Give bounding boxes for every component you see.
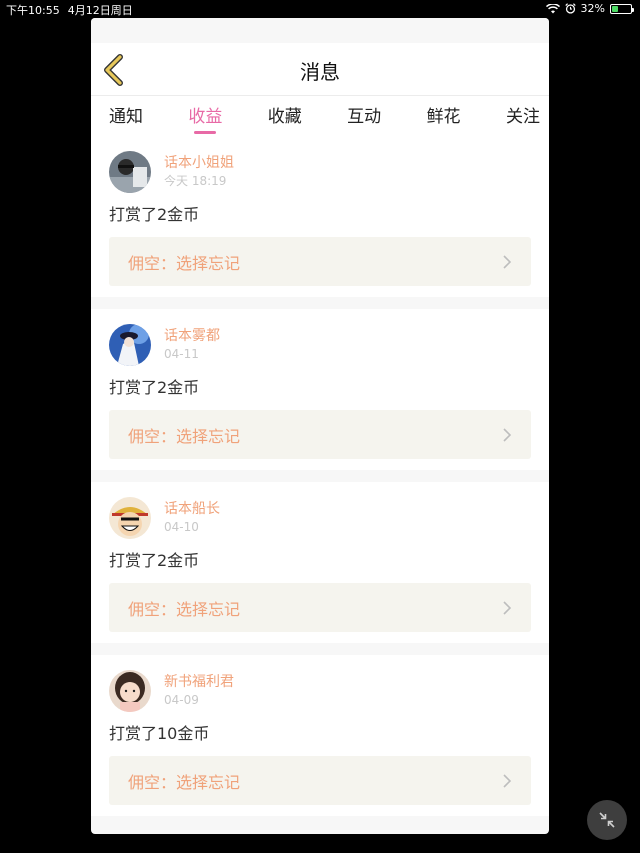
status-right: 32%: [545, 2, 634, 15]
wifi-icon: [545, 3, 560, 13]
message-text: 打赏了2金币: [109, 551, 200, 570]
message-time: 04-09: [164, 693, 199, 707]
avatar[interactable]: [109, 497, 151, 539]
quoted-work[interactable]: 佣空：选择忘记: [109, 237, 531, 286]
avatar[interactable]: [109, 151, 151, 193]
battery-percent: 32%: [580, 2, 605, 15]
card-header: 新书福利君 04-09: [109, 669, 531, 713]
tab-earnings[interactable]: 收益: [188, 96, 222, 134]
quoted-work-title: 佣空：选择忘记: [128, 772, 241, 792]
nav-top-strip: [91, 18, 549, 43]
message-text: 打赏了2金币: [109, 205, 200, 224]
status-date: 4月12日周日: [67, 4, 133, 17]
user-meta: 话本小姐姐 今天 18:19: [164, 155, 234, 189]
user-name[interactable]: 话本雾都: [164, 328, 220, 345]
quoted-work[interactable]: 佣空：选择忘记: [109, 410, 531, 459]
message-time: 04-11: [164, 347, 199, 361]
chevron-right-icon: [503, 254, 512, 269]
tab-interactions[interactable]: 互动: [347, 96, 381, 127]
avatar[interactable]: [109, 670, 151, 712]
chevron-right-icon: [503, 773, 512, 788]
tab-favorites[interactable]: 收藏: [268, 96, 302, 127]
message-card: 话本船长 04-10 打赏了2金币 佣空：选择忘记: [91, 482, 549, 643]
avatar-image: [109, 497, 151, 539]
status-left: 下午10:55 4月12日周日: [6, 2, 133, 18]
avatar[interactable]: [109, 324, 151, 366]
user-name[interactable]: 话本小姐姐: [164, 155, 234, 172]
tab-notifications[interactable]: 通知: [109, 96, 143, 127]
message-panel: 消息 通知 收益 收藏 互动 鲜花 关注 话本小姐姐 今天 18:19 打赏了2…: [91, 18, 549, 834]
avatar-image: [109, 151, 151, 193]
message-card: 话本雾都 04-11 打赏了2金币 佣空：选择忘记: [91, 309, 549, 470]
alarm-icon: [564, 3, 576, 14]
avatar-image: [109, 324, 151, 366]
status-time: 下午10:55: [6, 4, 60, 17]
nav-bar: 消息: [91, 43, 549, 96]
avatar-image: [109, 670, 151, 712]
card-header: 话本船长 04-10: [109, 496, 531, 540]
message-card: 话本小姐姐 今天 18:19 打赏了2金币 佣空：选择忘记: [91, 136, 549, 297]
tab-follows[interactable]: 关注: [506, 96, 540, 127]
message-text: 打赏了10金币: [109, 724, 210, 743]
chevron-right-icon: [503, 427, 512, 442]
quoted-work[interactable]: 佣空：选择忘记: [109, 756, 531, 805]
user-name[interactable]: 话本船长: [164, 501, 220, 518]
message-time: 今天 18:19: [164, 174, 227, 188]
status-bar: 下午10:55 4月12日周日 32%: [0, 0, 640, 18]
collapse-button[interactable]: [587, 800, 627, 840]
page-title: 消息: [300, 60, 340, 84]
card-header: 话本小姐姐 今天 18:19: [109, 150, 531, 194]
user-meta: 新书福利君 04-09: [164, 674, 234, 708]
card-header: 话本雾都 04-11: [109, 323, 531, 367]
message-text: 打赏了2金币: [109, 378, 200, 397]
user-meta: 话本雾都 04-11: [164, 328, 220, 362]
quoted-work-title: 佣空：选择忘记: [128, 599, 241, 619]
collapse-icon: [599, 812, 615, 828]
message-card: 新书福利君 04-09 打赏了10金币 佣空：选择忘记: [91, 655, 549, 816]
battery-icon: [610, 3, 634, 14]
chevron-right-icon: [503, 600, 512, 615]
message-time: 04-10: [164, 520, 199, 534]
user-name[interactable]: 新书福利君: [164, 674, 234, 691]
quoted-work[interactable]: 佣空：选择忘记: [109, 583, 531, 632]
user-meta: 话本船长 04-10: [164, 501, 220, 535]
quoted-work-title: 佣空：选择忘记: [128, 253, 241, 273]
tab-flowers[interactable]: 鲜花: [427, 96, 461, 127]
quoted-work-title: 佣空：选择忘记: [128, 426, 241, 446]
tab-bar: 通知 收益 收藏 互动 鲜花 关注: [91, 96, 549, 136]
